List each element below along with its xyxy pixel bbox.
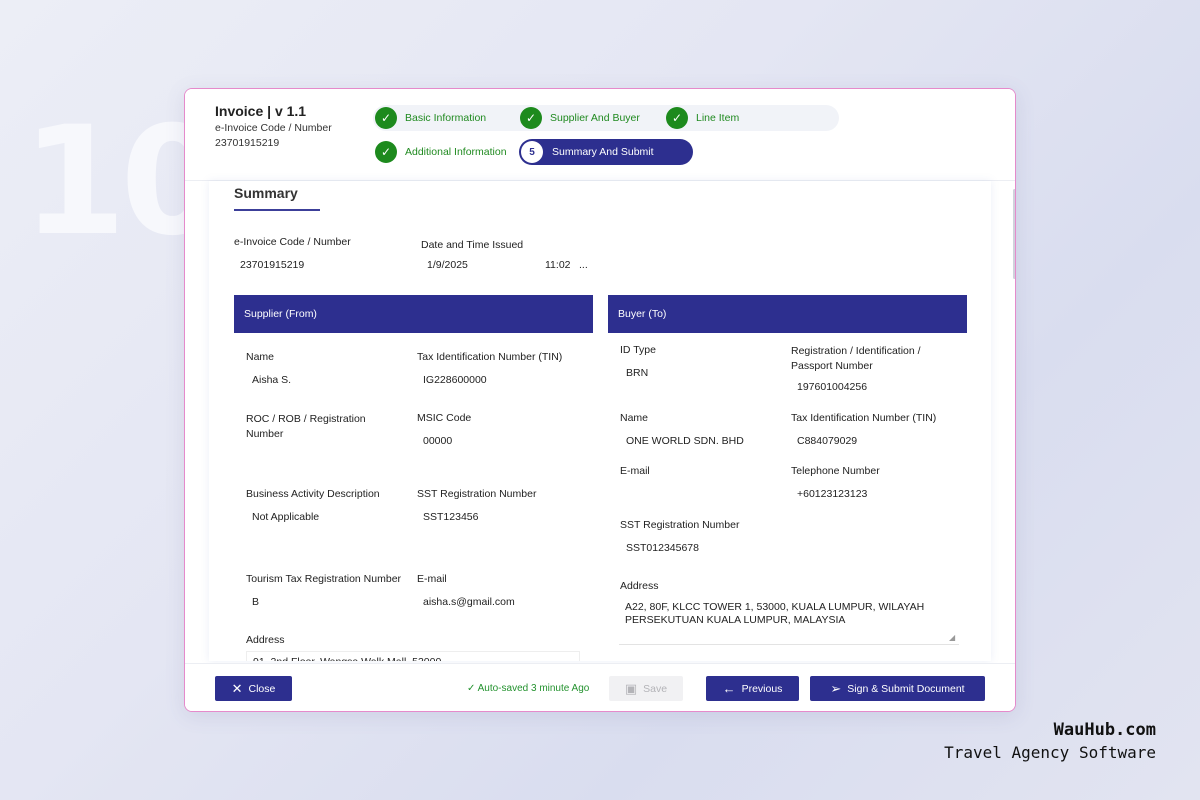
scrollbar[interactable] <box>1013 189 1015 279</box>
buyer-sst-value: SST012345678 <box>626 542 699 554</box>
close-button[interactable]: ✕ Close <box>215 676 292 701</box>
code-label: e-Invoice Code / Number <box>234 236 351 248</box>
step-supplier-and-buyer[interactable]: ✓ Supplier And Buyer <box>520 105 640 131</box>
step-line-item[interactable]: ✓ Line Item <box>666 105 739 131</box>
supplier-tourism-label: Tourism Tax Registration Number <box>246 573 402 585</box>
send-icon: ➢ <box>830 680 842 696</box>
buyer-tin-value: C884079029 <box>797 435 858 447</box>
supplier-activity-label: Business Activity Description <box>246 488 380 500</box>
footer-bar: ✕ Close ✓ Auto-saved 3 minute Ago ▣ Save… <box>185 663 1015 711</box>
summary-title-underline <box>234 209 320 211</box>
brand-block: WauHub.com Travel Agency Software <box>944 720 1156 762</box>
buyer-tin-label: Tax Identification Number (TIN) <box>791 412 937 424</box>
invoice-header: Invoice | v 1.1 e-Invoice Code / Number … <box>185 89 1015 181</box>
date-value: 1/9/2025 <box>427 259 468 271</box>
date-time-more: ... <box>579 259 588 271</box>
supplier-name-value: Aisha S. <box>252 374 292 386</box>
step-basic-information[interactable]: ✓ Basic Information <box>375 105 486 131</box>
step-summary-and-submit[interactable]: 5 Summary And Submit <box>519 139 693 165</box>
close-button-label: Close <box>248 682 276 695</box>
buyer-name-value: ONE WORLD SDN. BHD <box>626 435 744 447</box>
supplier-msic-value: 00000 <box>423 435 453 447</box>
code-value: 23701915219 <box>240 259 305 271</box>
supplier-sst-label: SST Registration Number <box>417 488 537 500</box>
step-number: 5 <box>521 141 543 163</box>
buyer-address-field[interactable]: A22, 80F, KLCC TOWER 1, 53000, KUALA LUM… <box>619 597 959 645</box>
invoice-code-label: e-Invoice Code / Number <box>215 122 332 134</box>
check-icon: ✓ <box>520 107 542 129</box>
arrow-left-icon: ← <box>722 681 736 696</box>
save-button-label: Save <box>643 682 668 695</box>
step-label: Summary And Submit <box>552 146 654 158</box>
supplier-name-label: Name <box>246 351 275 363</box>
step-label: Additional Information <box>405 146 507 158</box>
sign-submit-button-label: Sign & Submit Document <box>847 682 965 695</box>
buyer-reg-label: Registration / Identification / Passport… <box>791 345 921 372</box>
buyer-phone-label: Telephone Number <box>791 465 880 477</box>
buyer-reg-value: 197601004256 <box>797 381 868 393</box>
buyer-idtype-label: ID Type <box>620 344 656 356</box>
summary-content: Summary e-Invoice Code / Number 23701915… <box>209 181 991 661</box>
supplier-msic-label: MSIC Code <box>417 412 472 424</box>
close-icon: ✕ <box>231 680 243 696</box>
invoice-window: Invoice | v 1.1 e-Invoice Code / Number … <box>184 88 1016 712</box>
buyer-address-label: Address <box>620 580 659 592</box>
brand-tagline: Travel Agency Software <box>944 743 1156 762</box>
buyer-name-label: Name <box>620 412 649 424</box>
step-label: Basic Information <box>405 112 487 124</box>
buyer-idtype-value: BRN <box>626 367 649 379</box>
supplier-email-value: aisha.s@gmail.com <box>423 596 515 608</box>
step-additional-information[interactable]: ✓ Additional Information <box>375 139 507 165</box>
step-label: Line Item <box>696 112 740 124</box>
supplier-address-label: Address <box>246 634 285 646</box>
check-icon: ✓ <box>666 107 688 129</box>
invoice-code-value: 23701915219 <box>215 137 280 149</box>
autosave-status: ✓ Auto-saved 3 minute Ago <box>467 683 589 694</box>
buyer-panel-header: Buyer (To) <box>608 295 967 333</box>
supplier-roc-label: ROC / ROB / Registration Number <box>246 413 366 440</box>
autosave-text: Auto-saved 3 minute Ago <box>477 683 590 694</box>
time-value: 11:02 <box>545 259 571 271</box>
supplier-sst-value: SST123456 <box>423 511 479 523</box>
supplier-address-field[interactable]: 91, 2nd Floor, Wangsa Walk Mall, 53000 <box>246 651 580 661</box>
check-icon: ✓ <box>375 141 397 163</box>
invoice-title: Invoice | v 1.1 <box>215 103 307 119</box>
check-icon: ✓ <box>375 107 397 129</box>
supplier-panel-header: Supplier (From) <box>234 295 593 333</box>
sign-submit-button[interactable]: ➢ Sign & Submit Document <box>810 676 985 701</box>
buyer-email-label: E-mail <box>620 465 650 477</box>
resize-handle-icon[interactable]: ◢ <box>949 633 955 642</box>
summary-title: Summary <box>234 185 298 201</box>
buyer-phone-value: +60123123123 <box>797 488 868 500</box>
supplier-tourism-value: B <box>252 596 260 608</box>
save-icon: ▣ <box>624 680 638 696</box>
check-icon: ✓ <box>467 683 478 694</box>
previous-button-label: Previous <box>741 682 783 695</box>
supplier-tin-value: IG228600000 <box>423 374 487 386</box>
buyer-sst-label: SST Registration Number <box>620 519 740 531</box>
save-button[interactable]: ▣ Save <box>609 676 683 701</box>
previous-button[interactable]: ← Previous <box>706 676 799 701</box>
supplier-tin-label: Tax Identification Number (TIN) <box>417 351 563 363</box>
supplier-email-label: E-mail <box>417 573 447 585</box>
step-label: Supplier And Buyer <box>550 112 640 124</box>
supplier-activity-value: Not Applicable <box>252 511 320 523</box>
brand-name: WauHub.com <box>1053 720 1156 740</box>
date-time-label: Date and Time Issued <box>421 239 524 251</box>
